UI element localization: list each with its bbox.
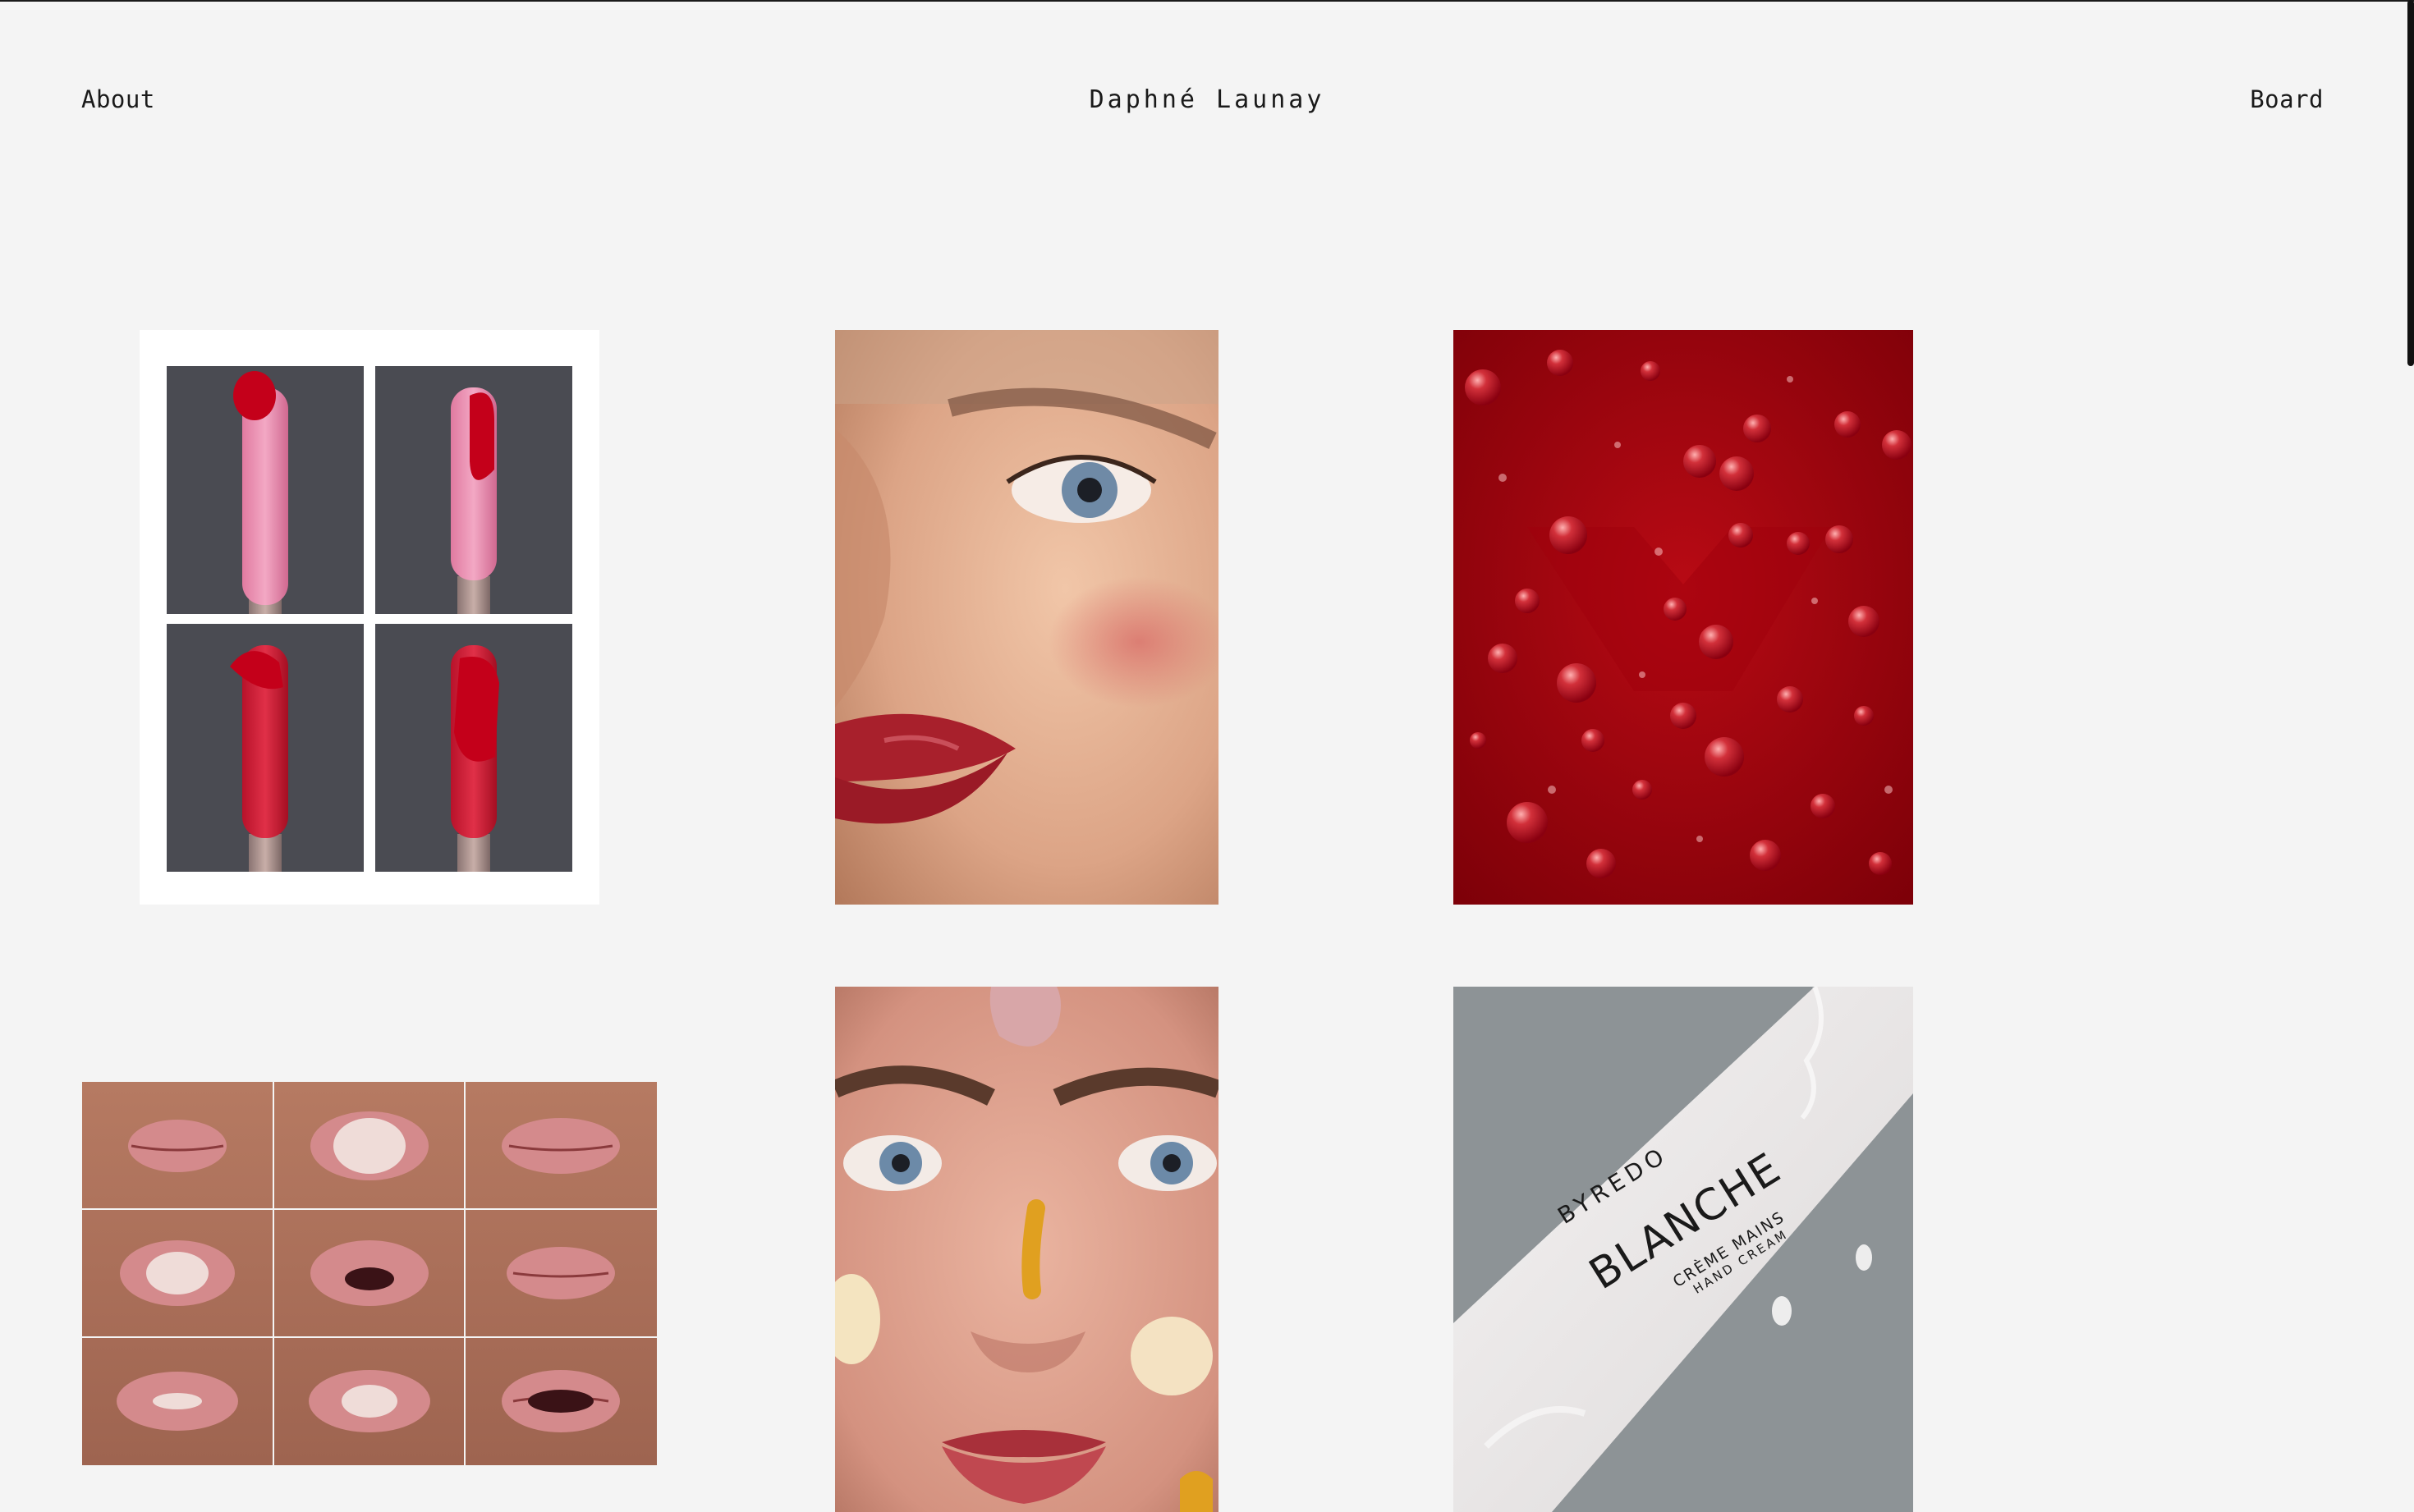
face-swatches-image [835, 987, 1218, 1512]
gallery-item-lipstick-grid[interactable] [140, 330, 599, 905]
face-closeup-image [835, 330, 1218, 905]
gallery-item-face-closeup[interactable] [835, 330, 1218, 905]
site-title[interactable]: Daphné Launay [0, 85, 2414, 114]
board-link[interactable]: Board [2250, 85, 2324, 113]
gallery-item-red-bubbles[interactable] [1453, 330, 1913, 905]
lipstick-grid-image [167, 366, 572, 872]
lips-grid-image [82, 1082, 657, 1465]
top-border [0, 0, 2414, 2]
scrollbar-thumb[interactable] [2407, 0, 2414, 366]
red-bubbles-image [1453, 330, 1913, 905]
gallery-item-face-swatches[interactable] [835, 987, 1218, 1512]
gallery-item-hand-cream[interactable]: BYREDO BLANCHE CRÈME MAINS HAND CREAM [1453, 987, 1913, 1512]
gallery-item-lips-grid[interactable] [82, 1082, 657, 1465]
